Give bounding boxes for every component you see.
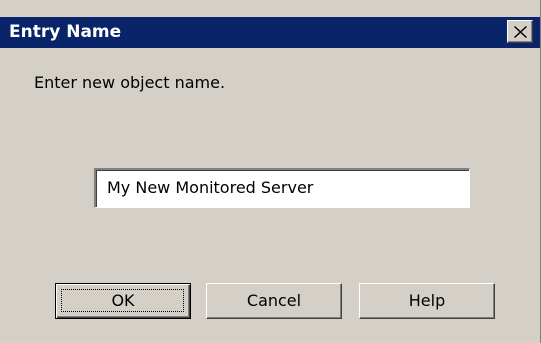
title-bar[interactable]: Entry Name (0, 17, 540, 48)
dialog-title: Entry Name (9, 22, 122, 42)
prompt-label: Enter new object name. (34, 73, 226, 92)
close-button[interactable] (507, 20, 533, 43)
ok-button[interactable]: OK (55, 283, 191, 319)
close-icon (514, 26, 527, 38)
entry-name-dialog: Entry Name Enter new object name. OK Can… (0, 0, 541, 343)
object-name-input[interactable] (94, 168, 470, 208)
help-button[interactable]: Help (359, 283, 495, 319)
ok-button-label: OK (111, 291, 135, 310)
cancel-button[interactable]: Cancel (206, 283, 342, 319)
